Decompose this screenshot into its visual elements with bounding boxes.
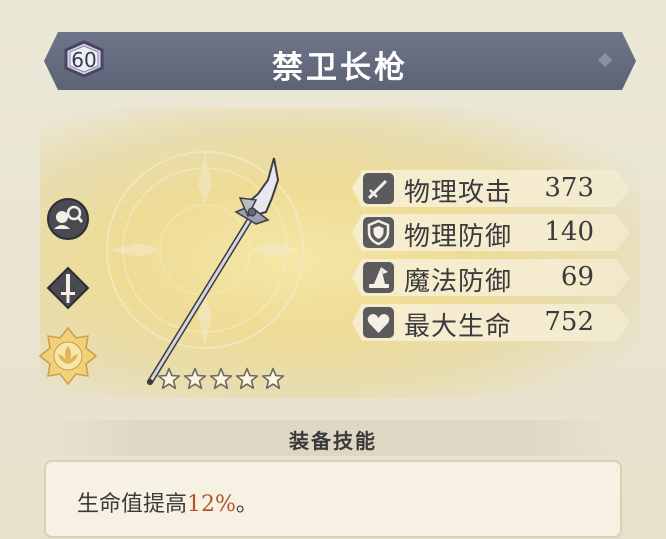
star-icon [261, 367, 285, 390]
sword-icon [363, 173, 394, 204]
star-icon [157, 367, 181, 390]
skill-header: 装备技能 [44, 420, 622, 456]
skill-description-box: 生命值提高12%。 [44, 460, 622, 538]
stat-row: 最大生命 752 [352, 304, 630, 341]
stat-value: 752 [544, 307, 594, 337]
skill-text-after: 。 [235, 492, 258, 517]
inspect-icon[interactable] [46, 197, 90, 245]
shield-icon [363, 217, 394, 248]
stat-value: 69 [560, 262, 594, 292]
lotus-emblem-icon [38, 326, 98, 390]
star-icon [235, 367, 259, 390]
stat-row: 物理防御 140 [352, 214, 630, 251]
level-value: 60 [71, 48, 97, 72]
stat-label: 魔法防御 [404, 267, 513, 297]
skill-text-before: 生命值提高 [77, 492, 188, 517]
heart-icon [363, 307, 394, 338]
wizard-hat-icon [363, 262, 394, 293]
weapon-type-icon [46, 266, 90, 314]
skill-description: 生命值提高12%。 [77, 486, 258, 518]
level-badge: 60 [62, 40, 106, 78]
star-icon [209, 367, 233, 390]
stat-value: 140 [544, 217, 594, 247]
spear-weapon-image [147, 157, 280, 385]
stat-row: 物理攻击 373 [352, 170, 630, 207]
stat-label: 物理攻击 [404, 178, 513, 208]
star-icon [183, 367, 207, 390]
skill-title: 装备技能 [289, 429, 377, 453]
rarity-stars [157, 367, 285, 391]
item-name: 禁卫长枪 [272, 50, 408, 86]
stat-value: 373 [544, 173, 594, 203]
skill-highlight-value: 12% [187, 492, 236, 517]
item-title-bar: 禁卫长枪 [44, 32, 636, 90]
stat-label: 物理防御 [404, 222, 513, 252]
stat-row: 魔法防御 69 [352, 259, 630, 296]
stat-label: 最大生命 [404, 312, 513, 342]
